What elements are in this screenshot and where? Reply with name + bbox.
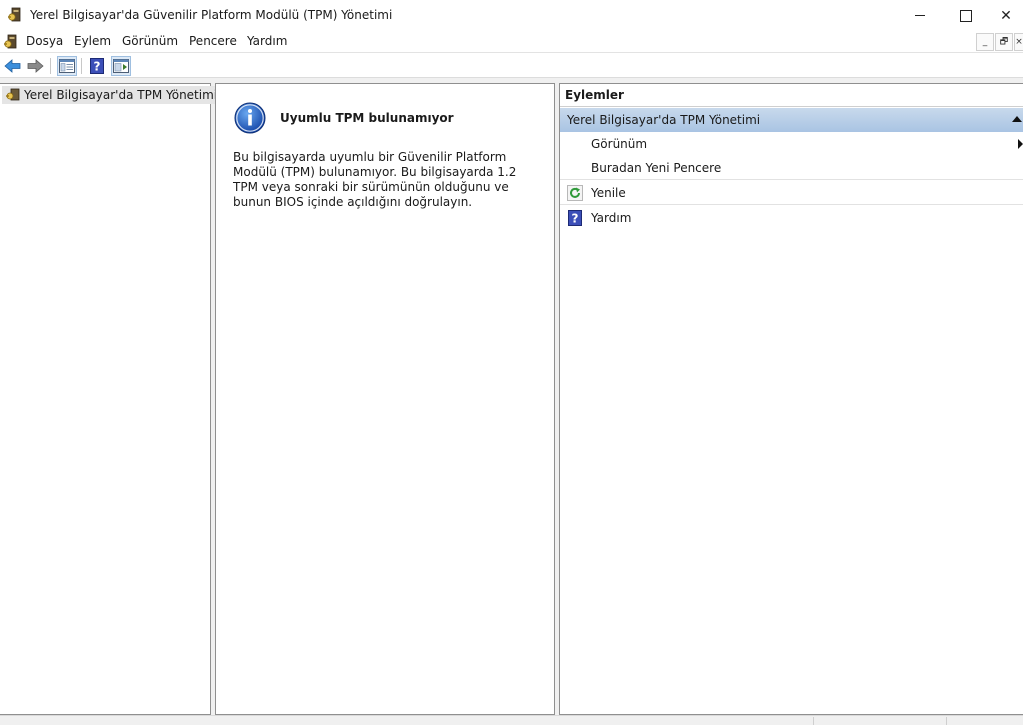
actions-section-header[interactable]: Yerel Bilgisayar'da TPM Yönetimi [560,108,1023,132]
action-label: Yardım [591,211,632,225]
result-pane: Uyumlu TPM bulunamıyor Bu bilgisayarda u… [215,83,555,715]
help-icon: ? [568,210,582,226]
toolbar: ? [0,54,1023,78]
collapse-arrow-icon[interactable] [1012,116,1022,122]
action-label: Buradan Yeni Pencere [591,160,722,175]
action-refresh[interactable]: Yenile [560,181,1023,205]
minimize-button[interactable] [897,0,943,31]
mdi-restore-button[interactable]: 🗗 [995,33,1013,51]
tpm-key-app-icon [8,7,21,22]
refresh-icon [567,185,583,201]
action-label: Görünüm [591,137,648,151]
actions-section-title: Yerel Bilgisayar'da TPM Yönetimi [567,113,761,127]
status-bar-divider [813,717,814,725]
show-hide-console-tree-icon [59,59,75,73]
window-title: Yerel Bilgisayar'da Güvenilir Platform M… [30,8,393,22]
help-icon: ? [90,58,104,74]
svg-text:?: ? [94,60,101,74]
help-button[interactable]: ? [87,56,107,76]
tree-item-label: Yerel Bilgisayar'da TPM Yönetimi [24,88,218,102]
show-hide-action-pane-icon [113,59,129,73]
status-bar [0,715,1023,725]
close-button[interactable]: ✕ [989,0,1023,31]
menu-help[interactable]: Yardım [246,34,288,48]
tpm-key-icon [6,88,20,101]
status-bar-divider [946,717,947,725]
mdi-close-button[interactable]: × [1014,33,1023,51]
action-help[interactable]: ? Yardım [560,206,1023,230]
console-content: Yerel Bilgisayar'da TPM Yönetimi Uyumlu … [0,78,1023,715]
show-hide-action-pane-button[interactable] [111,56,131,76]
mdi-minimize-button[interactable]: _ [976,33,994,51]
maximize-button[interactable] [943,0,989,31]
actions-header: Eylemler [560,84,1023,107]
back-arrow-icon [4,59,21,73]
actions-pane: Eylemler Yerel Bilgisayar'da TPM Yönetim… [559,83,1023,715]
action-view[interactable]: Görünüm [560,132,1023,156]
close-icon: ✕ [1000,7,1012,24]
action-new-window-from-here[interactable]: Buradan Yeni Pencere [560,156,1023,180]
back-button[interactable] [3,56,23,76]
menu-view[interactable]: Görünüm [121,34,179,48]
menu-bar: Dosya Eylem Görünüm Pencere Yardım [0,31,1023,53]
menu-file[interactable]: Dosya [25,34,64,48]
toolbar-separator [81,58,82,74]
menu-action[interactable]: Eylem [73,34,112,48]
action-label: Yenile [591,185,626,200]
tpm-key-system-menu-icon[interactable] [3,34,19,50]
svg-text:?: ? [572,212,579,226]
result-title: Uyumlu TPM bulunamıyor [280,111,454,125]
console-tree-pane: Yerel Bilgisayar'da TPM Yönetimi [0,83,221,715]
toolbar-separator [50,58,51,74]
title-bar: Yerel Bilgisayar'da Güvenilir Platform M… [0,0,1023,31]
result-description: Bu bilgisayarda uyumlu bir Güvenilir Pla… [233,150,517,209]
forward-arrow-icon [27,59,44,73]
information-icon [234,102,266,134]
menu-window[interactable]: Pencere [188,34,238,48]
forward-button[interactable] [25,56,45,76]
show-hide-console-tree-button[interactable] [57,56,77,76]
tree-item-tpm-management[interactable]: Yerel Bilgisayar'da TPM Yönetimi [2,86,221,104]
submenu-arrow-icon [1018,139,1023,149]
